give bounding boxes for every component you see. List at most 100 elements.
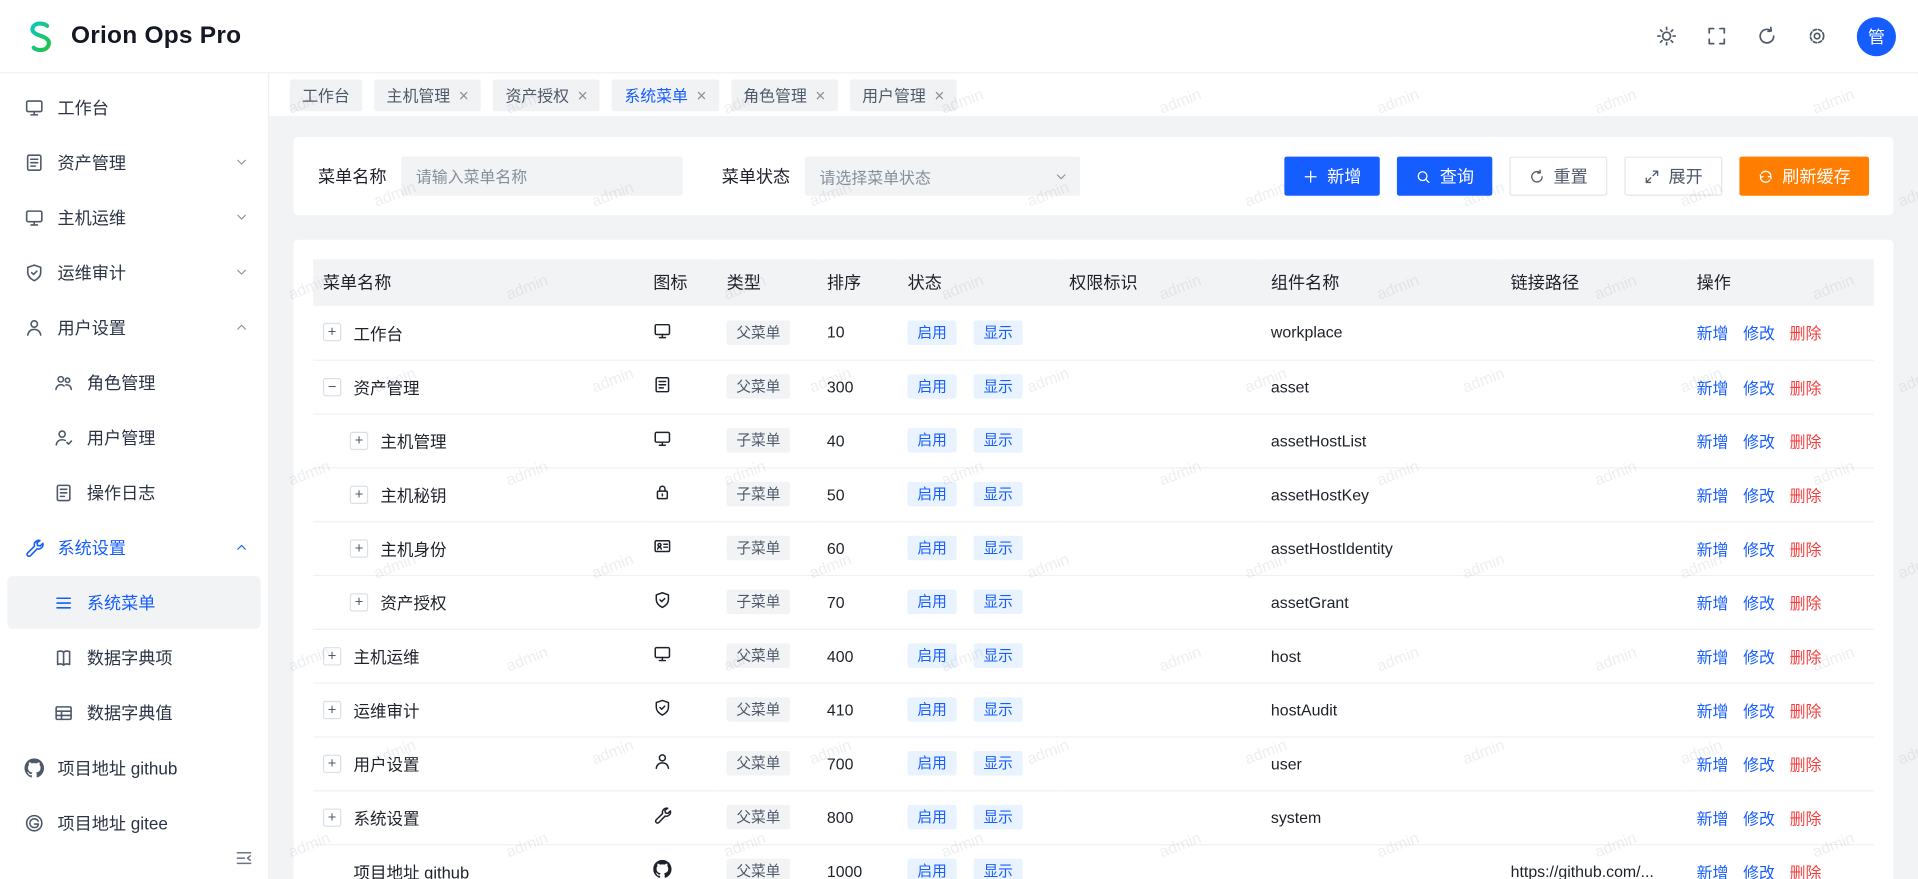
menu-name-input[interactable] (401, 157, 682, 196)
row-action-edit[interactable]: 修改 (1743, 486, 1775, 504)
tab-close-icon[interactable]: × (934, 86, 944, 103)
tab-close-icon[interactable]: × (697, 86, 707, 103)
tab-user-manage[interactable]: 用户管理× (850, 79, 957, 111)
tab-system-menu[interactable]: 系统菜单× (612, 79, 719, 111)
theme-icon[interactable] (1656, 26, 1677, 47)
menu-status-select[interactable]: 请选择菜单状态 (805, 157, 1080, 196)
sidebar-item-label: 系统设置 (57, 535, 125, 559)
row-action-delete[interactable]: 删除 (1790, 809, 1822, 827)
sidebar-item-dict-item[interactable]: 数据字典项 (7, 631, 260, 684)
sidebar-item-dict-value[interactable]: 数据字典值 (7, 686, 260, 739)
sidebar-item-system-menu[interactable]: 系统菜单 (7, 576, 260, 629)
menu-component: hostAudit (1261, 683, 1501, 737)
row-action-delete[interactable]: 删除 (1790, 648, 1822, 666)
row-action-add[interactable]: 新增 (1697, 432, 1729, 450)
expand-row-button[interactable]: + (323, 808, 341, 826)
fullscreen-icon[interactable] (1706, 26, 1727, 47)
row-action-add[interactable]: 新增 (1697, 486, 1729, 504)
row-action-delete[interactable]: 删除 (1790, 379, 1822, 397)
expand-row-button[interactable]: + (323, 700, 341, 718)
row-action-add[interactable]: 新增 (1697, 324, 1729, 342)
sidebar-item-asset-manage[interactable]: 资产管理 (7, 136, 260, 189)
tab-workbench[interactable]: 工作台 (290, 79, 362, 111)
row-action-delete[interactable]: 删除 (1790, 540, 1822, 558)
github-icon (24, 758, 44, 778)
row-action-edit[interactable]: 修改 (1743, 324, 1775, 342)
row-action-edit[interactable]: 修改 (1743, 809, 1775, 827)
menu-link (1501, 629, 1687, 683)
tab-close-icon[interactable]: × (578, 86, 588, 103)
expand-row-button[interactable]: + (350, 539, 368, 557)
row-action-add[interactable]: 新增 (1697, 702, 1729, 720)
row-action-edit[interactable]: 修改 (1743, 702, 1775, 720)
row-action-delete[interactable]: 删除 (1790, 755, 1822, 773)
status-visible-badge: 显示 (974, 482, 1023, 506)
row-action-delete[interactable]: 删除 (1790, 486, 1822, 504)
row-action-add[interactable]: 新增 (1697, 863, 1729, 879)
row-action-edit[interactable]: 修改 (1743, 755, 1775, 773)
tab-close-icon[interactable]: × (459, 86, 469, 103)
menu-link (1501, 521, 1687, 575)
expand-button-label: 展开 (1668, 164, 1702, 188)
sidebar-item-op-log[interactable]: 操作日志 (7, 466, 260, 519)
sidebar-item-system-settings[interactable]: 系统设置 (7, 521, 260, 574)
row-action-edit[interactable]: 修改 (1743, 648, 1775, 666)
row-action-edit[interactable]: 修改 (1743, 594, 1775, 612)
sidebar-item-gitee[interactable]: 项目地址 gitee (7, 796, 260, 849)
row-action-add[interactable]: 新增 (1697, 594, 1729, 612)
grant-shield-icon (653, 591, 671, 609)
row-action-add[interactable]: 新增 (1697, 540, 1729, 558)
expand-row-button[interactable]: + (350, 431, 368, 449)
menu-permission (1059, 736, 1261, 790)
sidebar-item-user-settings[interactable]: 用户设置 (7, 301, 260, 354)
row-action-add[interactable]: 新增 (1697, 648, 1729, 666)
expand-row-button[interactable]: + (350, 593, 368, 611)
host-icon (653, 645, 671, 663)
row-action-delete[interactable]: 删除 (1790, 432, 1822, 450)
add-button[interactable]: 新增 (1284, 157, 1379, 196)
expand-button[interactable]: 展开 (1624, 157, 1722, 196)
row-action-add[interactable]: 新增 (1697, 809, 1729, 827)
menu-component (1261, 844, 1501, 879)
tab-host-manage[interactable]: 主机管理× (374, 79, 481, 111)
row-action-delete[interactable]: 删除 (1790, 702, 1822, 720)
refresh-icon[interactable] (1757, 26, 1778, 47)
expand-row-button[interactable]: + (350, 485, 368, 503)
row-action-edit[interactable]: 修改 (1743, 540, 1775, 558)
tool-icon (653, 806, 671, 824)
sidebar-item-label: 主机运维 (57, 205, 125, 229)
sidebar-item-github[interactable]: 项目地址 github (7, 741, 260, 794)
expand-icon (1644, 168, 1660, 184)
collapse-row-button[interactable]: − (323, 377, 341, 395)
reset-button[interactable]: 重置 (1509, 157, 1607, 196)
row-action-delete[interactable]: 删除 (1790, 324, 1822, 342)
row-action-add[interactable]: 新增 (1697, 755, 1729, 773)
audit-shield-icon (653, 698, 671, 716)
tab-asset-grant[interactable]: 资产授权× (493, 79, 600, 111)
row-action-edit[interactable]: 修改 (1743, 379, 1775, 397)
settings-gear-icon[interactable] (1807, 26, 1828, 47)
status-visible-badge: 显示 (974, 643, 1023, 667)
tab-close-icon[interactable]: × (815, 86, 825, 103)
row-action-edit[interactable]: 修改 (1743, 863, 1775, 879)
refresh-cache-button[interactable]: 刷新缓存 (1739, 157, 1869, 196)
sidebar-item-host-ops[interactable]: 主机运维 (7, 191, 260, 244)
sidebar-item-workbench[interactable]: 工作台 (7, 81, 260, 134)
expand-row-button[interactable]: + (323, 754, 341, 772)
avatar[interactable]: 管 (1857, 17, 1896, 56)
menu-permission (1059, 629, 1261, 683)
expand-row-button[interactable]: + (323, 323, 341, 341)
sidebar-item-role-manage[interactable]: 角色管理 (7, 356, 260, 409)
row-action-edit[interactable]: 修改 (1743, 432, 1775, 450)
row-action-add[interactable]: 新增 (1697, 379, 1729, 397)
menu-fold-icon[interactable] (235, 849, 253, 867)
search-button[interactable]: 查询 (1397, 157, 1492, 196)
menu-table-card: 菜单名称图标类型排序状态权限标识组件名称链接路径操作 +工作台父菜单10启用显示… (294, 240, 1894, 879)
row-action-delete[interactable]: 删除 (1790, 594, 1822, 612)
expand-row-button[interactable]: + (323, 646, 341, 664)
table-row: +运维审计父菜单410启用显示hostAudit新增修改删除 (313, 683, 1874, 737)
row-action-delete[interactable]: 删除 (1790, 863, 1822, 879)
tab-role-manage[interactable]: 角色管理× (731, 79, 838, 111)
sidebar-item-ops-audit[interactable]: 运维审计 (7, 246, 260, 299)
sidebar-item-user-manage[interactable]: 用户管理 (7, 411, 260, 464)
